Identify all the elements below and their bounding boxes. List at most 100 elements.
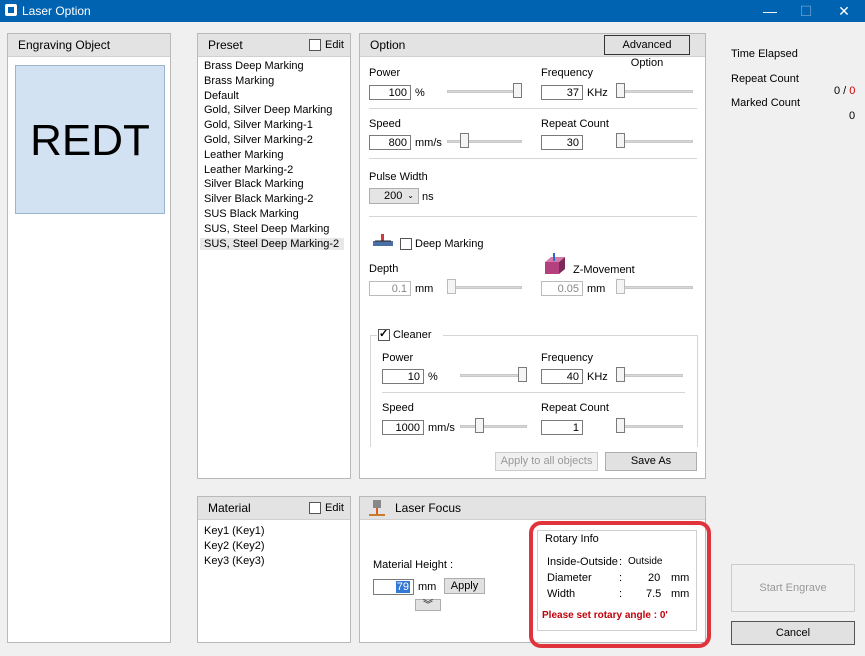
z-movement-input[interactable]: 0.05: [541, 281, 583, 296]
preset-item[interactable]: Leather Marking: [204, 149, 284, 161]
option-panel: Option Advanced Option Power 100 % Frequ…: [359, 33, 706, 479]
material-item[interactable]: Key3 (Key3): [204, 555, 265, 567]
maximize-button[interactable]: ☐: [788, 0, 824, 22]
repeat-slider-track[interactable]: [616, 140, 693, 143]
rotary-info-title: Rotary Info: [545, 533, 599, 545]
material-edit-checkbox[interactable]: [309, 502, 321, 514]
laser-focus-header: Laser Focus: [360, 497, 705, 520]
cleaner-speed-unit: mm/s: [428, 422, 455, 434]
power-input[interactable]: 100: [369, 85, 411, 100]
cleaner-frequency-unit: KHz: [587, 371, 608, 383]
inside-outside-label: Inside-Outside: [547, 556, 618, 568]
preset-item[interactable]: Gold, Silver Marking-2: [204, 134, 313, 146]
diameter-label: Diameter: [547, 572, 592, 584]
marked-count-label: Marked Count: [731, 97, 801, 109]
speed-slider-thumb[interactable]: [460, 133, 470, 148]
preset-item[interactable]: SUS, Steel Deep Marking: [204, 223, 329, 235]
preset-item[interactable]: Gold, Silver Marking-1: [204, 119, 313, 131]
preset-item[interactable]: Gold, Silver Deep Marking: [204, 104, 332, 116]
apply-to-all-button[interactable]: Apply to all objects: [495, 452, 598, 471]
cleaner-repeat-input[interactable]: 1: [541, 420, 583, 435]
marked-count-value: 0: [849, 110, 856, 122]
material-panel: Material Edit Key1 (Key1) Key2 (Key2) Key3…: [197, 496, 351, 643]
expand-focus-button[interactable]: ︾: [415, 599, 441, 611]
speed-unit: mm/s: [415, 137, 442, 149]
cleaner-repeat-slider-track[interactable]: [616, 425, 683, 428]
frequency-slider-thumb[interactable]: [616, 83, 625, 98]
app-icon: [5, 4, 17, 16]
power-label: Power: [369, 67, 401, 79]
preset-item[interactable]: SUS, Steel Deep Marking-2: [200, 237, 344, 250]
cleaner-speed-label: Speed: [382, 402, 414, 414]
depth-unit: mm: [415, 283, 434, 295]
cleaner-frequency-label: Frequency: [541, 352, 593, 364]
z-movement-icon: [543, 252, 567, 276]
advanced-option-button[interactable]: Advanced Option: [604, 35, 690, 69]
start-engrave-button[interactable]: Start Engrave: [731, 564, 855, 612]
material-height-input[interactable]: 79: [373, 579, 414, 595]
preset-edit-checkbox[interactable]: [309, 39, 321, 51]
pulse-width-select[interactable]: 200 ⌄: [369, 188, 419, 204]
repeat-slider-thumb[interactable]: [616, 133, 625, 148]
cleaner-repeat-slider-thumb[interactable]: [616, 418, 625, 433]
depth-slider-track[interactable]: [447, 286, 522, 289]
chevron-down-icon: ⌄: [407, 191, 414, 200]
cleaner-frequency-slider-track[interactable]: [616, 374, 683, 377]
cleaner-frequency-slider-thumb[interactable]: [616, 367, 625, 382]
depth-slider-thumb[interactable]: [447, 279, 456, 294]
apply-height-button[interactable]: Apply: [444, 578, 485, 594]
material-edit-label: Edit: [325, 502, 344, 514]
inside-outside-value: Outside: [628, 556, 663, 567]
cleaner-checkbox[interactable]: [378, 327, 390, 341]
cleaner-speed-slider-track[interactable]: [460, 425, 527, 428]
preset-item[interactable]: Brass Marking: [204, 75, 274, 87]
preset-item[interactable]: Silver Black Marking-2: [204, 193, 313, 205]
z-movement-slider-track[interactable]: [616, 286, 693, 289]
frequency-unit: KHz: [587, 87, 608, 99]
cleaner-speed-input[interactable]: 1000: [382, 420, 424, 435]
cleaner-power-slider-track[interactable]: [460, 374, 527, 377]
engraving-object-panel: Engraving Object REDT: [7, 33, 171, 643]
cleaner-power-input[interactable]: 10: [382, 369, 424, 384]
material-title: Material: [208, 501, 251, 515]
close-button[interactable]: ✕: [826, 0, 862, 22]
frequency-slider-track[interactable]: [616, 90, 693, 93]
repeat-count-input[interactable]: 30: [541, 135, 583, 150]
cleaner-frequency-input[interactable]: 40: [541, 369, 583, 384]
deep-marking-checkbox[interactable]: [400, 238, 412, 250]
deep-marking-icon: [372, 233, 394, 247]
width-unit: mm: [671, 588, 690, 600]
preset-item[interactable]: SUS Black Marking: [204, 208, 299, 220]
preset-item[interactable]: Silver Black Marking: [204, 178, 304, 190]
cancel-button[interactable]: Cancel: [731, 621, 855, 645]
preset-title: Preset: [208, 38, 243, 52]
save-as-button[interactable]: Save As: [605, 452, 697, 471]
cleaner-speed-slider-thumb[interactable]: [474, 418, 484, 433]
power-slider-thumb[interactable]: [513, 83, 522, 98]
material-item[interactable]: Key2 (Key2): [204, 540, 265, 552]
repeat-count-separator: /: [840, 85, 850, 97]
diameter-separator: :: [619, 572, 623, 584]
depth-input[interactable]: 0.1: [369, 281, 411, 296]
preset-item[interactable]: Default: [204, 90, 239, 102]
speed-input[interactable]: 800: [369, 135, 411, 150]
preset-item[interactable]: Brass Deep Marking: [204, 60, 304, 72]
power-slider-track[interactable]: [447, 90, 522, 93]
laser-focus-panel: Laser Focus Material Height : 79 mm Appl…: [359, 496, 711, 648]
z-movement-slider-thumb[interactable]: [616, 279, 625, 294]
repeat-count-status-value: 0 / 0: [834, 85, 855, 97]
frequency-input[interactable]: 37: [541, 85, 583, 100]
repeat-count-status-label: Repeat Count: [731, 73, 799, 85]
cleaner-label: Cleaner: [393, 329, 432, 341]
separator: [369, 158, 697, 159]
depth-label: Depth: [369, 263, 399, 275]
preset-panel: Preset Edit Brass Deep Marking Brass Mark…: [197, 33, 351, 479]
material-item[interactable]: Key1 (Key1): [204, 525, 265, 537]
minimize-button[interactable]: —: [752, 0, 788, 22]
cleaner-power-slider-thumb[interactable]: [518, 367, 527, 382]
preset-item[interactable]: Leather Marking-2: [204, 164, 293, 176]
repeat-count-label: Repeat Count: [541, 118, 609, 130]
speed-slider-track[interactable]: [447, 140, 522, 143]
width-separator: :: [619, 588, 623, 600]
engraving-preview[interactable]: REDT: [15, 65, 165, 214]
